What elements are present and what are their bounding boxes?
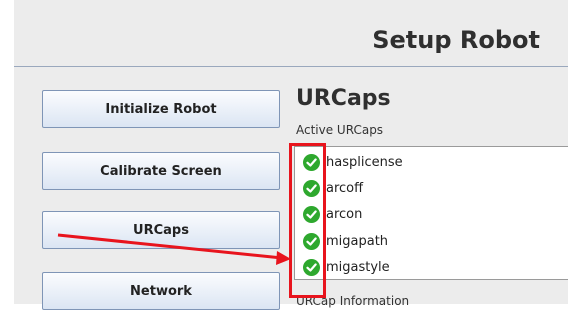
- annotation-arrow: [57, 233, 291, 265]
- setup-robot-screen: Setup Robot Initialize Robot Calibrate S…: [0, 0, 568, 310]
